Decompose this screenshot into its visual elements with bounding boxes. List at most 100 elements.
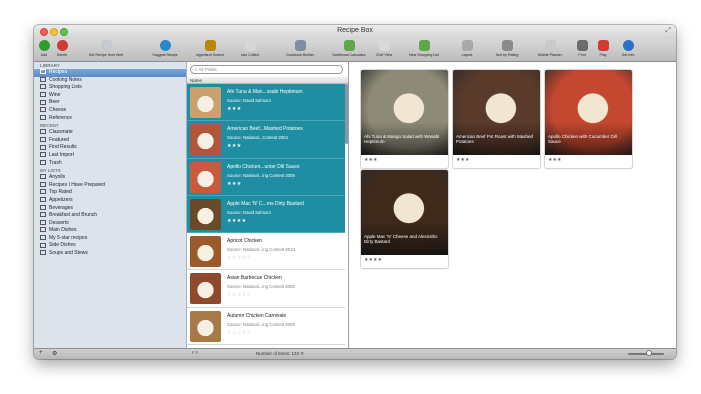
sidebar-item-label: Cheese <box>49 106 67 113</box>
sidebar-item-label: Reference <box>49 114 73 121</box>
sidebar-item-featured[interactable]: Featured <box>34 137 186 145</box>
card-rating-stars[interactable]: ★★★ <box>548 157 561 163</box>
recipe-card[interactable]: Apollo Chicken with Cucumber Dill Sauce ★… <box>545 70 632 168</box>
fullscreen-icon[interactable]: ⤢ <box>665 27 671 35</box>
list-icon <box>40 204 46 210</box>
recipe-row[interactable]: Ahi Tuna & Man...ssabi Heptimum Source: D… <box>187 84 345 122</box>
cookbook-builder-icon <box>294 40 306 51</box>
list-icon <box>40 144 46 150</box>
recipe-thumbnail <box>190 273 221 305</box>
sidebar-item-side-dishes[interactable]: Side Dishes <box>34 242 186 250</box>
sidebar-item-desserts[interactable]: Desserts <box>34 220 186 228</box>
sidebar-item-wine[interactable]: Wine <box>34 92 186 100</box>
recipe-card[interactable]: Apple Mac 'N' Cheese and Alesmiths Dirty… <box>361 170 448 268</box>
list-icon <box>40 152 46 158</box>
play-button[interactable]: Play <box>594 40 612 60</box>
toolbar-label: Get Info <box>621 53 635 57</box>
recipe-row[interactable]: Apricot Chicken Source: National...ing Co… <box>187 233 345 271</box>
list-scrollbar[interactable] <box>345 84 348 144</box>
suggest-icon <box>159 40 171 51</box>
delete-button[interactable]: Delete <box>54 40 70 60</box>
sidebar-item-recipes-i-have-prepared[interactable]: Recipes I Have Prepared <box>34 182 186 190</box>
rating-stars[interactable]: ★★★ <box>227 181 242 187</box>
recipe-card[interactable]: Ahi Tuna & Mango Salad with Wasabi Hepti… <box>361 70 448 168</box>
recipe-row[interactable]: Apollo Chicken...unter Dill Sauce Source:… <box>187 158 345 196</box>
sidebar-item-label: Trash <box>49 159 62 166</box>
sidebar-item-label: Shopping Lists <box>49 84 82 91</box>
sidebar-item-top-rated[interactable]: Top Rated <box>34 189 186 197</box>
recipe-name: Apricot Chicken <box>227 238 263 245</box>
sidebar-item-cooking-notes[interactable]: Cooking Notes <box>34 77 186 85</box>
layout-button[interactable]: Layout <box>452 40 482 60</box>
chef-view-button[interactable]: Chef View <box>370 40 398 60</box>
cookbook-builder-button[interactable]: Cookbook Builder <box>277 40 323 60</box>
column-header-name[interactable]: Name <box>187 77 348 84</box>
sidebar-item-soups-and-stews[interactable]: Soups and Stews <box>34 250 186 258</box>
list-icon <box>40 114 46 120</box>
sidebar-heading: LIBRARY <box>40 63 60 68</box>
sidebar-item-trash[interactable]: Trash <box>34 160 186 168</box>
list-icon <box>40 181 46 187</box>
toolbar: Add Delete Get Recipe from Web Suggest Reci… <box>34 39 676 62</box>
add-button[interactable]: Add <box>37 40 51 60</box>
sidebar-item-label: Anyolls <box>49 174 66 181</box>
ingredient-search-button[interactable]: Ingredient Search <box>191 40 229 60</box>
nutritional-calculator-button[interactable]: Nutritional Calculator <box>328 40 370 60</box>
sidebar-item-shopping-lists[interactable]: Shopping Lists <box>34 84 186 92</box>
sort-by-rating-button[interactable]: Sort by Rating <box>486 40 528 60</box>
sidebar-item-classmate[interactable]: Classmate <box>34 129 186 137</box>
rating-stars[interactable]: ☆☆☆☆☆ <box>227 330 251 336</box>
sidebar-item-my-5-star-recipes[interactable]: My 5-star recipes <box>34 235 186 243</box>
add-list-button[interactable]: + <box>39 350 43 356</box>
recipe-thumbnail <box>190 87 221 118</box>
sidebar-item-last-import[interactable]: Last Import <box>34 152 186 160</box>
mobile-planner-button[interactable]: Mobile Planner <box>533 40 567 60</box>
sidebar-item-recipes[interactable]: Recipes <box>34 69 186 77</box>
get-info-button[interactable]: Get Info <box>615 40 641 60</box>
new-shopping-list-button[interactable]: New Shopping List <box>401 40 447 60</box>
back-forward-buttons[interactable]: ‹ › <box>192 350 198 356</box>
zoom-slider-knob[interactable] <box>646 350 652 356</box>
list-icon <box>40 99 46 105</box>
sidebar-item-reference[interactable]: Reference <box>34 115 186 123</box>
chef-view-icon <box>378 40 390 51</box>
sidebar-item-beverages[interactable]: Beverages <box>34 205 186 213</box>
sidebar-item-anyolls[interactable]: Anyolls <box>34 174 186 182</box>
get-recipe-from-web-button[interactable]: Get Recipe from Web <box>75 40 137 60</box>
sidebar-item-appetizers[interactable]: Appetizers <box>34 197 186 205</box>
rating-stars[interactable]: ☆☆☆☆☆ <box>227 292 251 298</box>
sidebar-item-cheese[interactable]: Cheese <box>34 107 186 115</box>
recipe-source: Source: David Sahsoni <box>227 98 271 103</box>
recipe-thumbnail <box>190 161 221 193</box>
sidebar-item-beer[interactable]: Beer <box>34 99 186 107</box>
print-button[interactable]: Print <box>572 40 592 60</box>
rating-stars[interactable]: ★★★ <box>227 106 242 112</box>
recipe-card[interactable]: American Beef Pot Roast with Mashed Pota… <box>453 70 540 168</box>
recipe-row[interactable]: American Beef...Mashed Potatoes Source: N… <box>187 121 345 159</box>
recipe-row[interactable]: Autumn Chicken Carnivale Source: National… <box>187 308 345 346</box>
card-rating-stars[interactable]: ★★★ <box>364 157 377 163</box>
sidebar-item-main-dishes[interactable]: Main Dishes <box>34 227 186 235</box>
sidebar-item-breakfast-and-brunch[interactable]: Breakfast and Brunch <box>34 212 186 220</box>
card-rating-stars[interactable]: ★★★ <box>456 157 469 163</box>
card-rating-stars[interactable]: ★★★★ <box>364 257 382 263</box>
sidebar-item-find-results[interactable]: Find Results <box>34 144 186 152</box>
gear-icon[interactable]: ⚙ <box>52 350 57 357</box>
search-field[interactable]: ⌕ All Fields <box>190 65 343 74</box>
list-icon <box>40 76 46 82</box>
recipe-row[interactable]: Apple Mac 'N' C...rns Dirty Bastard Sourc… <box>187 195 345 234</box>
card-title: American Beef Pot Roast with Mashed Pota… <box>456 134 534 145</box>
list-icon <box>40 174 46 180</box>
list-icon <box>40 129 46 135</box>
toolbar-label: Delete <box>56 53 68 57</box>
recipe-source: Source: David Sahsoni <box>227 209 271 215</box>
recipe-row[interactable]: Asian Barbecue Chicken Source: National..… <box>187 270 345 308</box>
recipe-card-grid: Ahi Tuna & Mango Salad with Wasabi Hepti… <box>349 62 676 348</box>
rating-stars[interactable]: ★★★★ <box>227 218 247 224</box>
use-collect-button[interactable]: Use Collect <box>230 40 270 60</box>
sidebar-item-label: Beer <box>49 99 60 106</box>
suggest-recipe-button[interactable]: Suggest Recipe <box>145 40 185 60</box>
rating-stars[interactable]: ☆☆☆☆☆ <box>227 255 251 261</box>
rating-stars[interactable]: ★★★ <box>227 143 242 149</box>
sidebar-item-label: Top Rated <box>49 189 72 196</box>
